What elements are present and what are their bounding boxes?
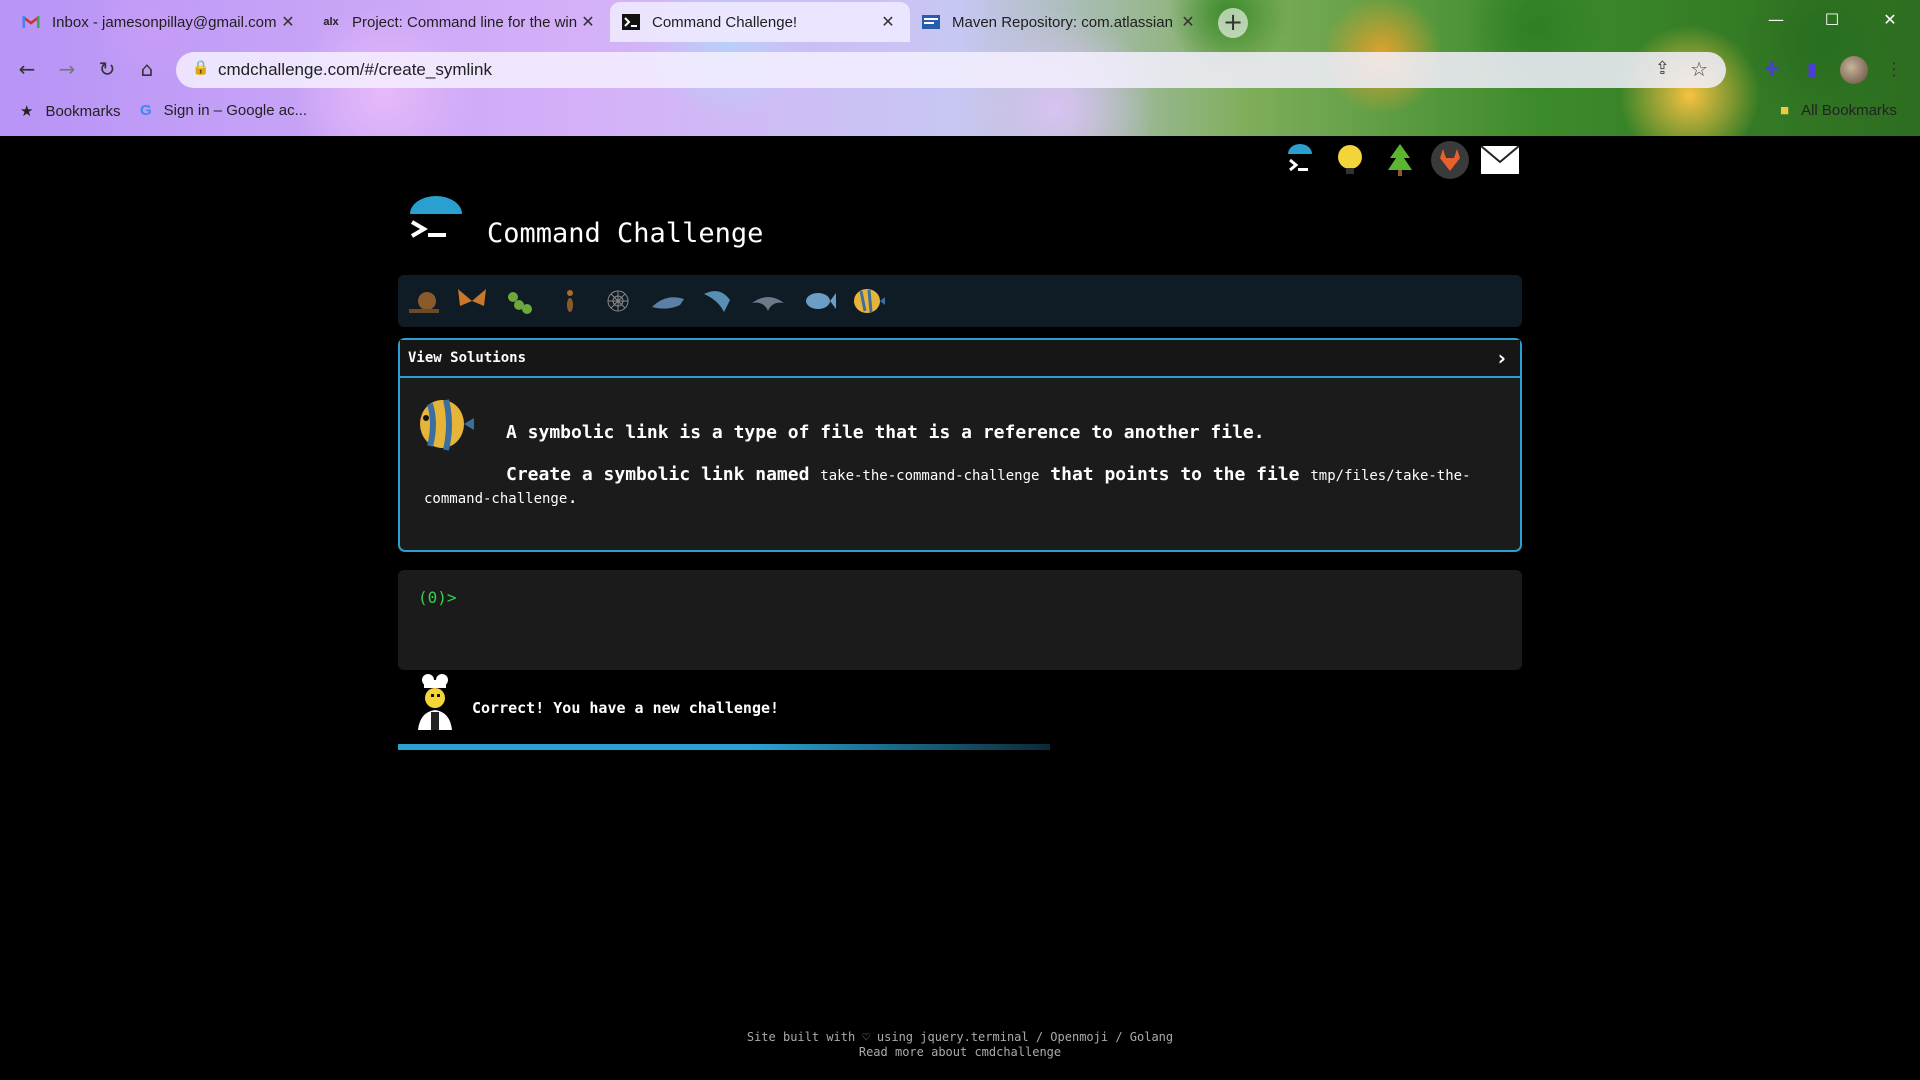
- command-challenge-logo-icon: [406, 196, 466, 254]
- bookmark-google-signin[interactable]: G Sign in – Google ac...: [140, 102, 307, 119]
- snail-icon[interactable]: [404, 283, 444, 319]
- tree-icon[interactable]: [1380, 140, 1420, 180]
- maximize-icon[interactable]: ☐: [1812, 6, 1852, 34]
- url-text: cmdchallenge.com/#/create_symlink: [218, 60, 493, 79]
- ant-icon[interactable]: [550, 283, 590, 319]
- back-icon[interactable]: ←: [12, 54, 42, 84]
- close-icon[interactable]: ✕: [878, 12, 898, 32]
- mail-icon[interactable]: [1480, 140, 1520, 180]
- top-icon-bar: [1270, 140, 1520, 180]
- reload-icon[interactable]: ↻: [92, 54, 122, 84]
- menu-kebab-icon[interactable]: ⋮: [1880, 56, 1908, 84]
- bookmarks-label: Bookmarks: [45, 102, 121, 120]
- challenge-task: Create a symbolic link named take-the-co…: [424, 464, 1504, 510]
- tab-project[interactable]: alx Project: Command line for the win ✕: [310, 2, 610, 42]
- bookmarks-bar: ★ Bookmarks G Sign in – Google ac... ■ A…: [0, 96, 1920, 128]
- tab-maven[interactable]: Maven Repository: com.atlassian ✕: [910, 2, 1210, 42]
- address-bar[interactable]: 🔒 cmdchallenge.com/#/create_symlink ⇪ ☆: [176, 52, 1726, 88]
- star-icon: ★: [20, 103, 34, 120]
- close-icon[interactable]: ✕: [578, 12, 598, 32]
- tab-gmail[interactable]: Inbox - jamesonpillay@gmail.com ✕: [10, 2, 310, 42]
- gitlab-icon[interactable]: [1430, 140, 1470, 180]
- maven-icon: [922, 13, 940, 31]
- minimize-icon[interactable]: —: [1756, 6, 1796, 34]
- spider-web-icon[interactable]: [598, 283, 638, 319]
- tab-command-challenge[interactable]: Command Challenge! ✕: [610, 2, 910, 42]
- forward-icon[interactable]: →: [52, 54, 82, 84]
- browser-chrome: Inbox - jamesonpillay@gmail.com ✕ alx Pr…: [0, 0, 1920, 136]
- tab-title: Inbox - jamesonpillay@gmail.com: [52, 13, 277, 31]
- google-icon: G: [140, 102, 152, 119]
- bookmarks-folder[interactable]: ★ Bookmarks: [20, 102, 121, 121]
- tab-title: Maven Repository: com.atlassian: [952, 13, 1173, 31]
- bookmark-label: Sign in – Google ac...: [163, 102, 308, 119]
- task-end: .: [567, 487, 579, 508]
- hint-bulb-icon[interactable]: [1330, 140, 1370, 180]
- page-title: Command Challenge: [487, 218, 764, 249]
- chevron-right-icon: ›: [1497, 346, 1506, 370]
- view-solutions-toggle[interactable]: View Solutions ›: [400, 340, 1520, 378]
- extensions-icon[interactable]: ✚: [1758, 56, 1786, 84]
- window-close-icon[interactable]: ✕: [1870, 6, 1910, 34]
- symlink-name: take-the-command-challenge: [820, 468, 1040, 484]
- close-icon[interactable]: ✕: [278, 12, 298, 32]
- fish-icon[interactable]: [798, 283, 838, 319]
- tab-title: Command Challenge!: [652, 13, 798, 31]
- all-bookmarks[interactable]: ■ All Bookmarks: [1780, 102, 1897, 119]
- all-bookmarks-label: All Bookmarks: [1801, 102, 1897, 119]
- lock-icon: 🔒: [192, 60, 210, 76]
- share-icon[interactable]: ⇪: [1655, 58, 1670, 79]
- tropical-fish-icon: [414, 396, 476, 452]
- close-icon[interactable]: ✕: [1178, 12, 1198, 32]
- dolphin-icon[interactable]: [698, 283, 738, 319]
- level-icon-bar: [398, 275, 1522, 327]
- profile-avatar[interactable]: [1840, 56, 1868, 84]
- terminal-icon: [622, 13, 640, 31]
- page-content: Command Challenge View Solutions › A sym…: [0, 136, 1920, 1080]
- shark-icon[interactable]: [648, 283, 688, 319]
- progress-bar: [398, 744, 1522, 750]
- terminal-logo-icon[interactable]: [1280, 140, 1320, 180]
- dolphin-grey-icon[interactable]: [748, 283, 788, 319]
- gmail-icon: [22, 13, 40, 31]
- challenge-description: A symbolic link is a type of file that i…: [506, 422, 1265, 443]
- home-icon[interactable]: ⌂: [132, 54, 162, 84]
- challenge-panel: View Solutions › A symbolic link is a ty…: [398, 338, 1522, 552]
- footer: Site built with ♡ using jquery.terminal …: [0, 1030, 1920, 1060]
- footer-read-more-link[interactable]: Read more about cmdchallenge: [0, 1045, 1920, 1060]
- bookmark-star-icon[interactable]: ☆: [1690, 57, 1708, 81]
- new-tab-button[interactable]: +: [1218, 8, 1248, 38]
- tab-title: Project: Command line for the win: [352, 13, 578, 31]
- alx-icon: alx: [323, 16, 339, 28]
- terminal-input[interactable]: (0)>: [398, 570, 1522, 670]
- cook-icon: [412, 672, 458, 732]
- task-text: Create a symbolic link named: [506, 464, 821, 485]
- caterpillar-icon[interactable]: [502, 283, 542, 319]
- footer-credits: Site built with ♡ using jquery.terminal …: [746, 1030, 1174, 1044]
- side-panel-icon[interactable]: ▮: [1798, 56, 1826, 84]
- tropical-fish-icon[interactable]: [848, 283, 888, 319]
- terminal-prompt: (0)>: [418, 588, 457, 607]
- status-message: Correct! You have a new challenge!: [472, 699, 780, 717]
- folder-icon: ■: [1780, 102, 1790, 119]
- view-solutions-label: View Solutions: [408, 350, 527, 366]
- butterfly-icon[interactable]: [452, 283, 492, 319]
- progress-fill: [398, 744, 1050, 750]
- task-text: that points to the file: [1039, 464, 1311, 485]
